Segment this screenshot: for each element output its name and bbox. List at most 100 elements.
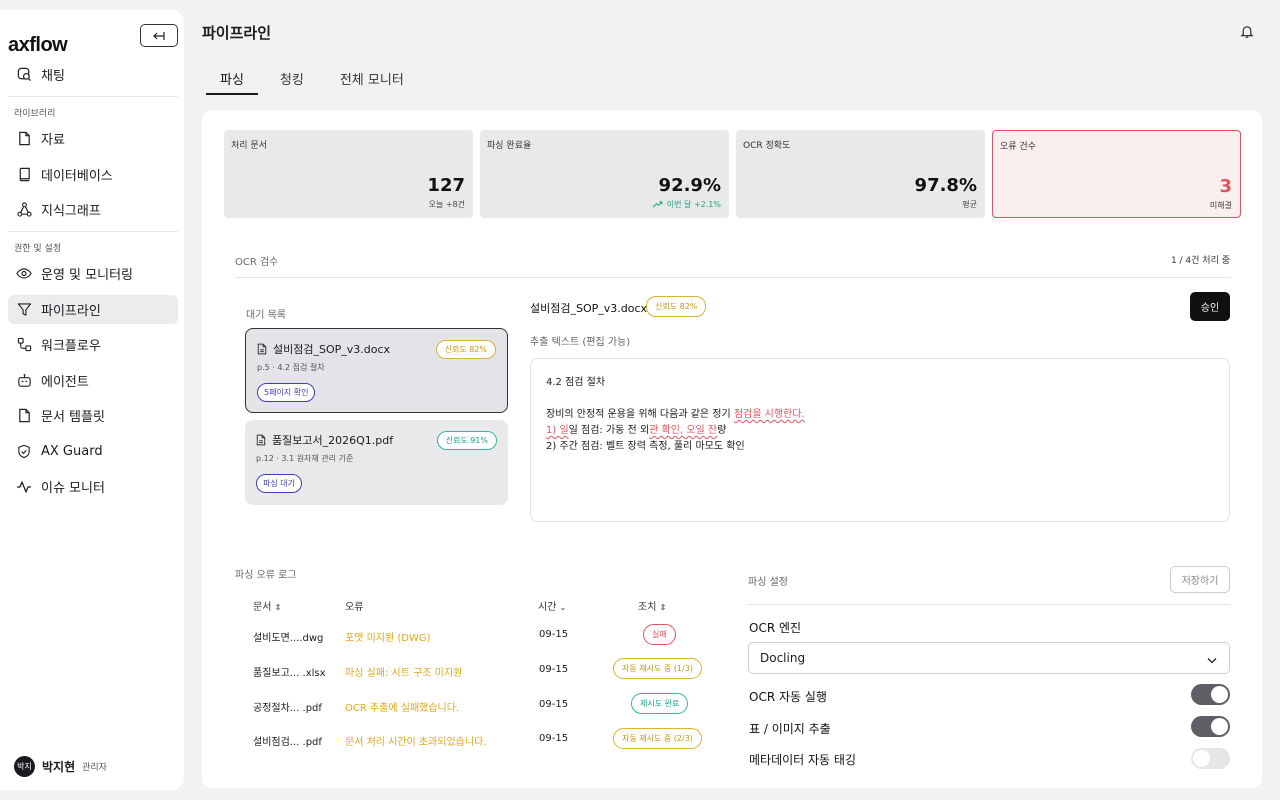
- stat-sub-text: 이번 달 +2.1%: [666, 200, 721, 209]
- ocr-engine-label: OCR 엔진: [749, 621, 802, 635]
- sidebar-item-knowledge-graph[interactable]: 지식그래프: [8, 195, 178, 224]
- cell-error: 파싱 실패: 시트 구조 미지원: [345, 668, 463, 679]
- toggle-knob: [1211, 718, 1228, 735]
- auto-ocr-toggle[interactable]: [1191, 684, 1230, 705]
- queue-item-location: p.12 · 3.1 원자재 관리 기준: [256, 454, 354, 463]
- queue-item[interactable]: 설비점검_SOP_v3.docx 신뢰도 82% p.5 · 4.2 점검 절차…: [245, 328, 508, 413]
- sidebar-item-pipeline[interactable]: 파이프라인: [8, 295, 178, 324]
- column-header-action[interactable]: 조치 ⇕: [638, 598, 666, 613]
- text-span: 일 점검: 가동 전 외: [568, 425, 650, 436]
- action-badge[interactable]: 실패: [643, 624, 676, 645]
- stat-sub: 평균: [962, 200, 977, 209]
- sidebar-item-label: 파이프라인: [41, 304, 101, 319]
- column-header-error: 오류: [345, 598, 363, 613]
- cell-time: 09-15: [539, 733, 569, 744]
- parse-settings-title: 파싱 설정: [748, 577, 788, 588]
- stat-value: 92.9%: [658, 175, 721, 196]
- cell-doc: 설비점검... .pdf: [253, 737, 322, 748]
- spellcheck-error: 점검을 시행한다.: [733, 409, 805, 420]
- header-label: 오류: [345, 602, 364, 613]
- queue-item-status: 5페이지 확인: [257, 383, 316, 402]
- collapse-sidebar-button[interactable]: [140, 24, 178, 47]
- stat-card-processed: 처리 문서 127 오늘 +8건: [224, 130, 473, 218]
- text-span: 장비의 안정적 운용을 위해 다음과 같은 정기: [546, 409, 734, 420]
- queue-item-name: 설비점검_SOP_v3.docx: [273, 343, 391, 356]
- tab-full-monitor[interactable]: 전체 모니터: [326, 64, 418, 95]
- divider: [235, 277, 1230, 278]
- error-log-title: 파싱 오류 로그: [235, 570, 297, 581]
- divider: [748, 604, 1230, 605]
- bell-icon: [1240, 26, 1254, 38]
- table-extract-toggle[interactable]: [1191, 716, 1230, 737]
- auto-ocr-label: OCR 자동 실행: [749, 690, 827, 704]
- header-label: 시간: [538, 602, 557, 613]
- file-icon: [257, 343, 267, 355]
- stat-value: 127: [427, 175, 465, 196]
- tab-chunking[interactable]: 청킹: [266, 64, 318, 95]
- stat-value: 97.8%: [914, 175, 977, 196]
- action-badge[interactable]: 재시도 완료: [631, 693, 689, 714]
- tab-parsing[interactable]: 파싱: [206, 64, 258, 95]
- extract-text-label: 추출 텍스트 (편집 가능): [530, 337, 631, 348]
- metadata-tagging-toggle[interactable]: [1191, 748, 1230, 769]
- sidebar-item-doc-template[interactable]: 문서 템플릿: [8, 401, 178, 430]
- action-badge[interactable]: 자동 재시도 중 (1/3): [613, 658, 702, 679]
- queue-item[interactable]: 품질보고서_2026Q1.pdf 신뢰도 91% p.12 · 3.1 원자재 …: [245, 420, 508, 505]
- column-header-doc[interactable]: 문서 ⇕: [253, 598, 281, 613]
- action-badge[interactable]: 자동 재시도 중 (2/3): [613, 728, 702, 749]
- book-icon: [16, 167, 32, 183]
- document-title: 설비점검_SOP_v3.docx: [530, 302, 648, 315]
- column-header-time[interactable]: 시간 ⌄: [538, 598, 566, 613]
- queue-item-location: p.5 · 4.2 점검 절차: [257, 363, 325, 372]
- file-icon: [16, 408, 32, 424]
- ocr-progress: 1 / 4건 처리 중: [1170, 256, 1230, 266]
- avatar: 박지: [14, 756, 35, 777]
- user-name: 박지현: [42, 760, 76, 774]
- sidebar-item-label: 운영 및 모니터링: [41, 268, 133, 283]
- stat-sub: 이번 달 +2.1%: [652, 199, 721, 210]
- shield-icon: [16, 444, 32, 460]
- extracted-text-editor[interactable]: 4.2 점검 절차 장비의 안정적 운용을 위해 다음과 같은 정기 점검을 시…: [530, 358, 1230, 522]
- sidebar-item-materials[interactable]: 자료: [8, 124, 178, 153]
- sidebar: axflow 채팅 라이브러리 자료 데이터베이스 지식그래프 권한 및 설정 …: [0, 10, 184, 790]
- sidebar-item-chat[interactable]: 채팅: [8, 60, 178, 89]
- approve-button[interactable]: 승인: [1190, 292, 1230, 321]
- sidebar-item-issue-monitor[interactable]: 이슈 모니터: [8, 472, 178, 501]
- table-extract-label: 표 / 이미지 추출: [749, 722, 831, 736]
- text-line: 2) 주간 점검: 벨트 장력 측정, 풀리 마모도 확인: [546, 441, 745, 452]
- stat-card-parse-rate: 파싱 완료율 92.9% 이번 달 +2.1%: [480, 130, 729, 218]
- stat-value: 3: [1219, 176, 1232, 197]
- sidebar-item-ax-guard[interactable]: AX Guard: [8, 437, 178, 466]
- queue-item-status: 파싱 대기: [256, 474, 302, 493]
- section-admin-label: 권한 및 설정: [14, 244, 62, 254]
- stat-label: 파싱 완료율: [487, 141, 532, 151]
- ocr-engine-select[interactable]: Docling: [748, 642, 1230, 674]
- chevron-down-icon: [1207, 653, 1217, 667]
- save-button[interactable]: 저장하기: [1170, 566, 1230, 593]
- stat-label: 오류 건수: [1000, 142, 1036, 152]
- notification-button[interactable]: [1240, 24, 1254, 43]
- stat-label: 처리 문서: [231, 141, 267, 151]
- sidebar-item-database[interactable]: 데이터베이스: [8, 160, 178, 189]
- filter-icon: [16, 302, 32, 318]
- sidebar-item-operations[interactable]: 운영 및 모니터링: [8, 259, 178, 288]
- user-profile[interactable]: 박지 박지현 관리자: [14, 756, 107, 777]
- metadata-tagging-label: 메타데이터 자동 태깅: [749, 753, 856, 767]
- chat-search-icon: [16, 67, 32, 83]
- stat-card-error-count[interactable]: 오류 건수 3 미해결: [992, 130, 1241, 218]
- app-logo: axflow: [8, 34, 68, 56]
- text-line: 4.2 점검 절차: [546, 377, 606, 388]
- bot-icon: [16, 373, 32, 389]
- sidebar-item-label: 이슈 모니터: [41, 481, 105, 496]
- sidebar-item-agent[interactable]: 에이전트: [8, 366, 178, 395]
- divider: [8, 231, 178, 232]
- cell-time: 09-15: [539, 664, 569, 675]
- queue-label: 대기 목록: [246, 310, 286, 321]
- queue-item-title: 품질보고서_2026Q1.pdf: [256, 432, 393, 448]
- stat-sub: 미해결: [1209, 201, 1232, 210]
- sidebar-item-workflow[interactable]: 워크플로우: [8, 330, 178, 359]
- sort-icon: ⇕: [274, 603, 282, 612]
- file-icon: [256, 434, 266, 446]
- sidebar-item-label: 에이전트: [41, 375, 89, 390]
- cell-error: 포맷 미지원 (DWG): [345, 633, 431, 644]
